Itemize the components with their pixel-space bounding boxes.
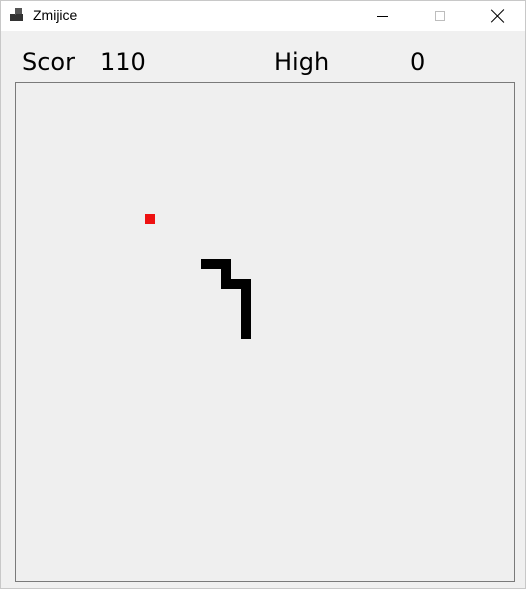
snake-head: [241, 329, 251, 339]
minimize-button[interactable]: [353, 1, 411, 31]
maximize-icon: [435, 11, 445, 21]
app-window-icon: [10, 8, 26, 22]
snake-segment: [221, 259, 231, 269]
score-value: 110: [100, 48, 146, 76]
window-title: Zmijice: [33, 7, 78, 23]
close-icon: [491, 9, 505, 23]
snake-segment: [231, 279, 241, 289]
score-label: Scor: [22, 48, 75, 76]
title-bar[interactable]: Zmijice: [1, 1, 525, 31]
snake-segment: [201, 259, 211, 269]
snake-segment: [241, 299, 251, 309]
snake-segment: [241, 279, 251, 289]
snake-segment: [221, 279, 231, 289]
snake-segment: [241, 319, 251, 329]
game-window: Zmijice Scor 110 High 0: [0, 0, 526, 589]
snake-segment: [211, 259, 221, 269]
high-score-label: High: [274, 48, 330, 76]
minimize-icon: [376, 15, 388, 17]
game-board[interactable]: [15, 82, 515, 582]
food-pellet: [145, 214, 155, 224]
snake-segment: [241, 289, 251, 299]
maximize-button[interactable]: [411, 1, 469, 31]
snake-segment: [241, 309, 251, 319]
high-score-value: 0: [410, 48, 426, 76]
close-button[interactable]: [469, 1, 526, 31]
snake-segment: [221, 269, 231, 279]
